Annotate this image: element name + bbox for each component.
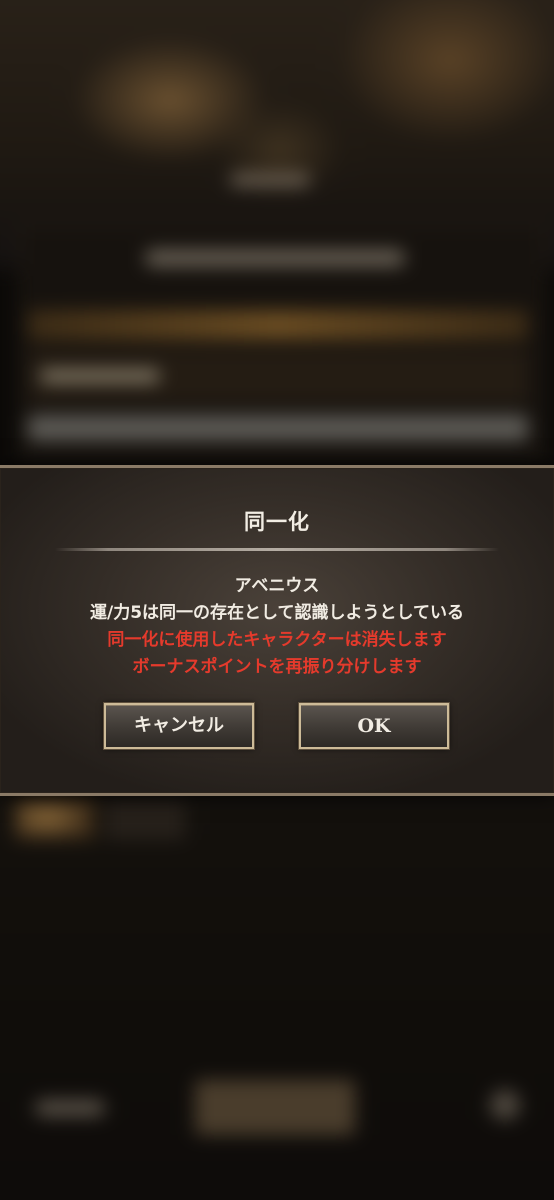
- background-footer-button: [195, 1080, 355, 1135]
- background-gold-bar: [28, 310, 528, 340]
- background-panel-text: [145, 250, 405, 266]
- background-light-bar: [28, 415, 528, 441]
- background-footer-label: [35, 1100, 105, 1116]
- screen: 同一化 アベニウス 運/力5は同一の存在として認識しようとしている 同一化に使用…: [0, 0, 554, 1200]
- warning-text: 同一化に使用したキャラクターは消失します: [107, 630, 447, 650]
- dialog-title: 同一化: [244, 510, 310, 534]
- background-lower-area: [0, 780, 554, 1200]
- background-thumbnail: [15, 795, 95, 840]
- background-thumbnail: [105, 800, 185, 840]
- dialog-divider: [55, 548, 499, 551]
- background-footer-icon: [490, 1090, 520, 1120]
- cancel-button[interactable]: キャンセル: [103, 702, 255, 750]
- background-subheading: [230, 175, 310, 185]
- dialog-message: アベニウス 運/力5は同一の存在として認識しようとしている 同一化に使用したキャ…: [0, 573, 554, 681]
- background-dark-bar-text: [40, 370, 160, 382]
- warning-text: ボーナスポイントを再振り分けします: [132, 657, 422, 677]
- ok-button[interactable]: OK: [298, 702, 450, 750]
- dialog-description: 運/力5は同一の存在として認識しようとしている: [89, 603, 465, 623]
- character-name: アベニウス: [234, 576, 320, 596]
- confirm-dialog: 同一化 アベニウス 運/力5は同一の存在として認識しようとしている 同一化に使用…: [0, 465, 554, 796]
